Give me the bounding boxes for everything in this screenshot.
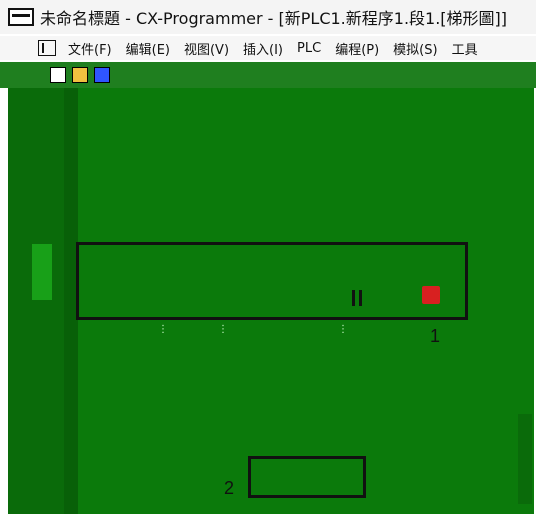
window-title: 未命名標題 - CX-Programmer - [新PLC1.新程序1.段1.[…: [40, 9, 508, 28]
menu-simulate[interactable]: 模拟(S): [393, 39, 437, 58]
rung-mark-2: ⋮: [218, 324, 228, 335]
menu-edit[interactable]: 编辑(E): [126, 39, 170, 58]
toolbar: [0, 62, 536, 88]
highlighted-rung-1[interactable]: [76, 242, 468, 320]
rung-mark-3: ⋮: [338, 324, 348, 335]
menu-insert[interactable]: 插入(I): [243, 39, 283, 58]
cx-programmer-window: 未命名標題 - CX-Programmer - [新PLC1.新程序1.段1.[…: [0, 0, 536, 514]
project-tree-pane[interactable]: [8, 88, 64, 514]
app-icon: [8, 8, 34, 26]
callout-number-1: 1: [430, 326, 441, 346]
menu-tools[interactable]: 工具: [452, 39, 478, 58]
menu-view[interactable]: 视图(V): [184, 39, 229, 58]
title-bar: 未命名標題 - CX-Programmer - [新PLC1.新程序1.段1.[…: [0, 0, 536, 34]
menu-bar: 文件(F) 编辑(E) 视图(V) 插入(I) PLC 编程(P) 模拟(S) …: [0, 36, 536, 60]
highlighted-rung-2[interactable]: [248, 456, 366, 498]
rung-mark-1: ⋮: [158, 324, 168, 335]
new-file-icon[interactable]: [50, 67, 66, 83]
project-tree-selection[interactable]: [32, 244, 52, 300]
menu-file[interactable]: 文件(F): [68, 39, 112, 58]
contact-instruction[interactable]: [352, 290, 392, 306]
output-coil[interactable]: [422, 286, 440, 304]
callout-number-2: 2: [224, 478, 235, 498]
vertical-scrollbar[interactable]: [518, 414, 532, 504]
save-icon[interactable]: [94, 67, 110, 83]
contact-line-right: [359, 290, 362, 306]
menu-plc[interactable]: PLC: [297, 41, 321, 56]
menu-program[interactable]: 编程(P): [335, 39, 379, 58]
contact-line-left: [352, 290, 355, 306]
ladder-diagram-workspace[interactable]: ⋮ ⋮ ⋮ 1 2: [8, 88, 534, 514]
document-icon[interactable]: [38, 40, 56, 56]
open-folder-icon[interactable]: [72, 67, 88, 83]
